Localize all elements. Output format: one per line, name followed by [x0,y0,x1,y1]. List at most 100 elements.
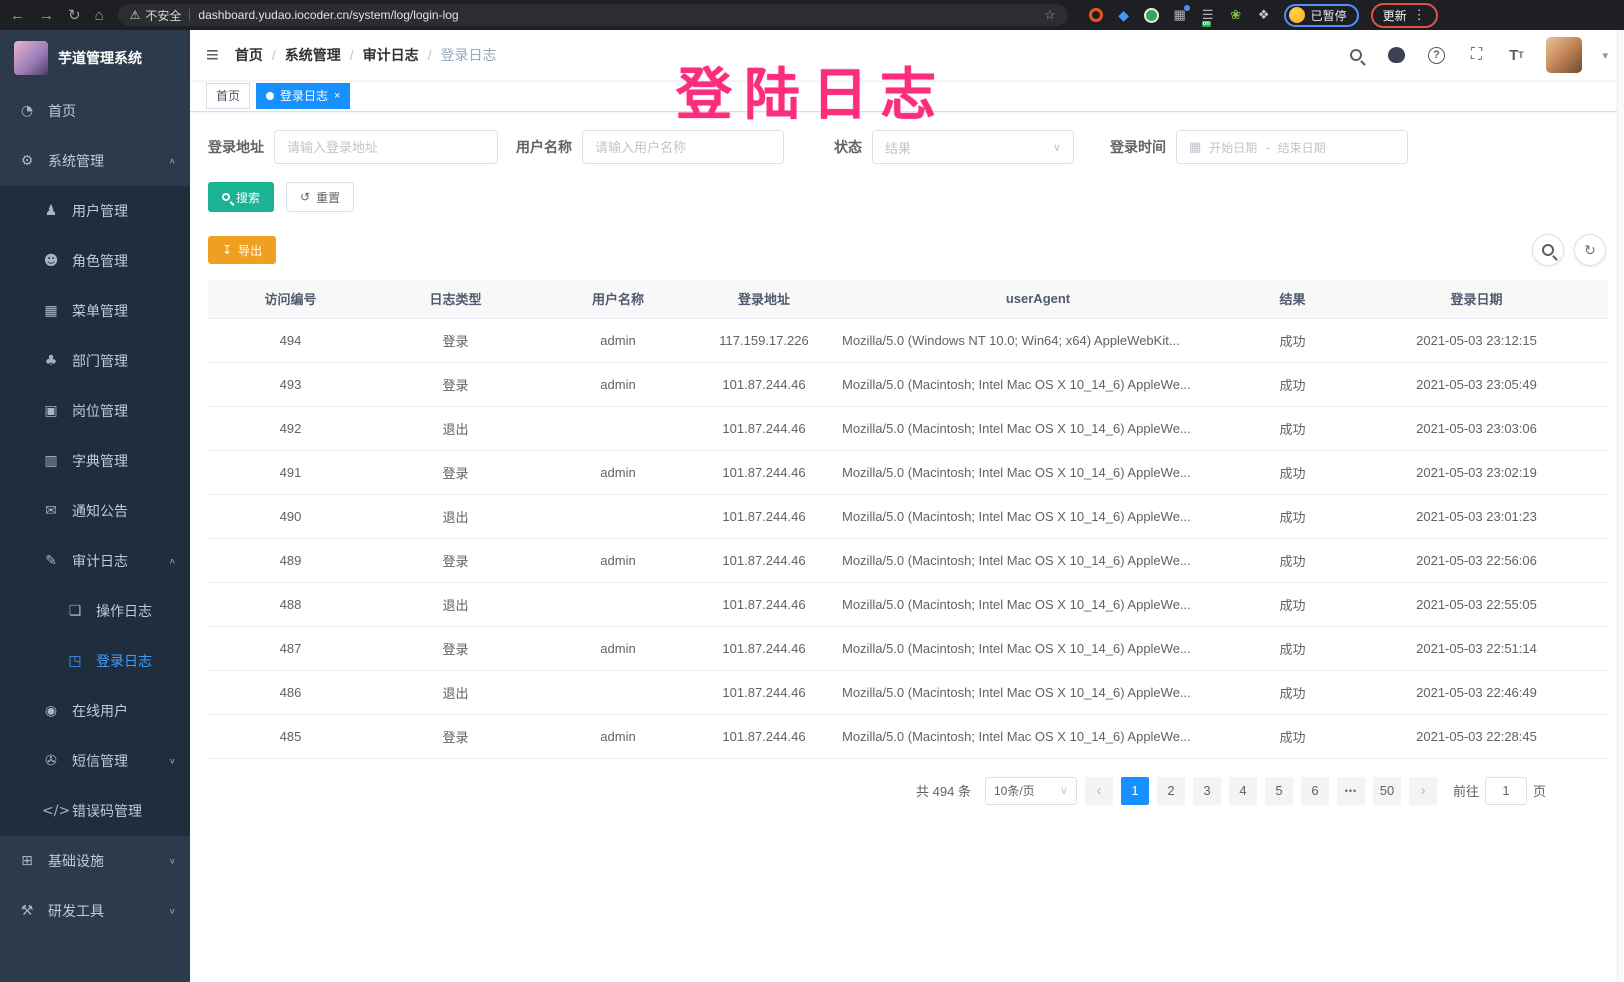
sidebar-item-菜单管理[interactable]: ▦菜单管理 [0,286,190,336]
hamburger-icon[interactable]: ≡ [206,44,219,66]
sidebar-item-在线用户[interactable]: ◉在线用户 [0,686,190,736]
cell-访问编号: 492 [208,406,373,450]
tab-首页[interactable]: 首页× [206,83,250,109]
sidebar-item-首页[interactable]: ◔首页 [0,86,190,136]
cell-登录日期: 2021-05-03 23:02:19 [1345,450,1608,494]
sidebar-item-审计日志[interactable]: ✎审计日志∧ [0,536,190,586]
table-row[interactable]: 489登录admin101.87.244.46Mozilla/5.0 (Maci… [208,538,1608,582]
goto-page-input[interactable] [1485,777,1527,805]
font-size-icon[interactable]: TT [1506,45,1526,65]
grid-extension-icon[interactable]: ▦ [1172,7,1188,23]
export-button[interactable]: ↧ 导出 [208,236,276,264]
sidebar-item-用户管理[interactable]: ♟用户管理 [0,186,190,236]
list-extension-icon[interactable]: ☰on [1200,7,1216,23]
table-row[interactable]: 492退出101.87.244.46Mozilla/5.0 (Macintosh… [208,406,1608,450]
cell-日志类型: 登录 [373,450,538,494]
username-input[interactable] [595,140,771,155]
cell-用户名称: admin [538,318,698,362]
close-icon[interactable]: × [334,90,340,102]
github-icon[interactable] [1386,45,1406,65]
refresh-icon[interactable]: ↻ [1574,234,1606,266]
cell-访问编号: 494 [208,318,373,362]
browser-update-button[interactable]: 更新 ⋮ [1371,3,1438,28]
table-row[interactable]: 490退出101.87.244.46Mozilla/5.0 (Macintosh… [208,494,1608,538]
sidebar-item-label: 部门管理 [72,351,176,371]
sidebar-item-短信管理[interactable]: ✇短信管理∨ [0,736,190,786]
breadcrumb-item[interactable]: 首页 [235,45,263,65]
table-row[interactable]: 487登录admin101.87.244.46Mozilla/5.0 (Maci… [208,626,1608,670]
sidebar-item-字典管理[interactable]: ▥字典管理 [0,436,190,486]
fullscreen-icon[interactable]: ⛶ [1466,45,1486,65]
sidebar-item-基础设施[interactable]: ⊞基础设施∨ [0,836,190,886]
sidebar-item-操作日志[interactable]: ❏操作日志 [0,586,190,636]
sidebar-item-通知公告[interactable]: ✉通知公告 [0,486,190,536]
cell-访问编号: 488 [208,582,373,626]
page-button-2[interactable]: 2 [1157,777,1185,805]
table-row[interactable]: 491登录admin101.87.244.46Mozilla/5.0 (Maci… [208,450,1608,494]
page-button-6[interactable]: 6 [1301,777,1329,805]
page-button-5[interactable]: 5 [1265,777,1293,805]
login-time-range-picker[interactable]: ▦ 开始日期 - 结束日期 [1176,130,1408,164]
chevron-down-icon[interactable]: ▾ [1602,49,1608,62]
more-vert-icon[interactable]: ⋮ [1413,7,1426,23]
reset-button[interactable]: ↺ 重置 [286,182,354,212]
green-extension-icon[interactable] [1144,7,1160,23]
breadcrumb-item[interactable]: 系统管理 [285,45,341,65]
puzzle-extension-icon[interactable]: ❖ [1256,7,1272,23]
online-icon: ◉ [42,703,60,719]
toggle-search-icon[interactable] [1532,234,1564,266]
scrollbar[interactable] [1617,30,1624,982]
sidebar-item-错误码管理[interactable]: </>错误码管理 [0,786,190,836]
chevron-down-icon: ∨ [169,757,176,766]
browser-reload-icon[interactable]: ↻ [68,8,81,23]
sidebar-item-label: 用户管理 [72,201,176,221]
search-button[interactable]: 搜索 [208,182,274,212]
sidebar-menu: ◔首页⚙系统管理∧♟用户管理☻角色管理▦菜单管理♣部门管理▣岗位管理▥字典管理✉… [0,86,190,936]
sidebar-item-label: 研发工具 [48,901,169,921]
tab-登录日志[interactable]: 登录日志× [256,83,350,109]
table-row[interactable]: 486退出101.87.244.46Mozilla/5.0 (Macintosh… [208,670,1608,714]
prev-page-button[interactable]: ‹ [1085,777,1113,805]
page-size-select[interactable]: 10条/页 ∨ [985,777,1077,805]
browser-back-icon[interactable]: ← [10,8,25,23]
cell-访问编号: 487 [208,626,373,670]
login-time-label: 登录时间 [1110,137,1166,157]
page-button-50[interactable]: 50 [1373,777,1401,805]
table-row[interactable]: 494登录admin117.159.17.226Mozilla/5.0 (Win… [208,318,1608,362]
sidebar-item-系统管理[interactable]: ⚙系统管理∧ [0,136,190,186]
bookmark-star-icon[interactable]: ☆ [1044,7,1056,23]
search-icon[interactable] [1346,45,1366,65]
table-row[interactable]: 493登录admin101.87.244.46Mozilla/5.0 (Maci… [208,362,1608,406]
sidebar-item-角色管理[interactable]: ☻角色管理 [0,236,190,286]
profile-paused-chip[interactable]: 已暂停 [1284,4,1359,27]
browser-home-icon[interactable]: ⌂ [95,8,104,23]
page-buttons: 123456•••50 [1121,777,1401,805]
table-row[interactable]: 485登录admin101.87.244.46Mozilla/5.0 (Maci… [208,714,1608,758]
user-avatar[interactable] [1546,37,1582,73]
page-button-3[interactable]: 3 [1193,777,1221,805]
page-button-1[interactable]: 1 [1121,777,1149,805]
orange-extension-icon[interactable] [1088,7,1104,23]
status-label: 状态 [834,137,862,157]
help-icon[interactable]: ? [1426,45,1446,65]
security-warning[interactable]: ⚠ 不安全 [130,7,182,24]
status-select[interactable]: 结果 ∨ [872,130,1074,164]
plant-extension-icon[interactable]: ❀ [1228,7,1244,23]
next-page-button[interactable]: › [1409,777,1437,805]
sidebar-item-部门管理[interactable]: ♣部门管理 [0,336,190,386]
breadcrumb-item[interactable]: 审计日志 [363,45,419,65]
sidebar-item-岗位管理[interactable]: ▣岗位管理 [0,386,190,436]
cell-登录日期: 2021-05-03 23:03:06 [1345,406,1608,450]
gem-extension-icon[interactable]: ◆ [1116,7,1132,23]
cell-登录日期: 2021-05-03 23:12:15 [1345,318,1608,362]
browser-forward-icon[interactable]: → [39,8,54,23]
extension-tray: ◆ ▦ ☰on ❀ ❖ 已暂停 更新 ⋮ [1088,3,1438,28]
sidebar-item-登录日志[interactable]: ◳登录日志 [0,636,190,686]
browser-chrome: ← → ↻ ⌂ ⚠ 不安全 dashboard.yudao.iocoder.cn… [0,0,1624,30]
login-address-input[interactable] [287,140,485,155]
page-button-4[interactable]: 4 [1229,777,1257,805]
sidebar-item-研发工具[interactable]: ⚒研发工具∨ [0,886,190,936]
table-row[interactable]: 488退出101.87.244.46Mozilla/5.0 (Macintosh… [208,582,1608,626]
address-bar[interactable]: ⚠ 不安全 dashboard.yudao.iocoder.cn/system/… [118,4,1068,26]
sidebar-logo-row[interactable]: 芋道管理系统 [0,30,190,86]
